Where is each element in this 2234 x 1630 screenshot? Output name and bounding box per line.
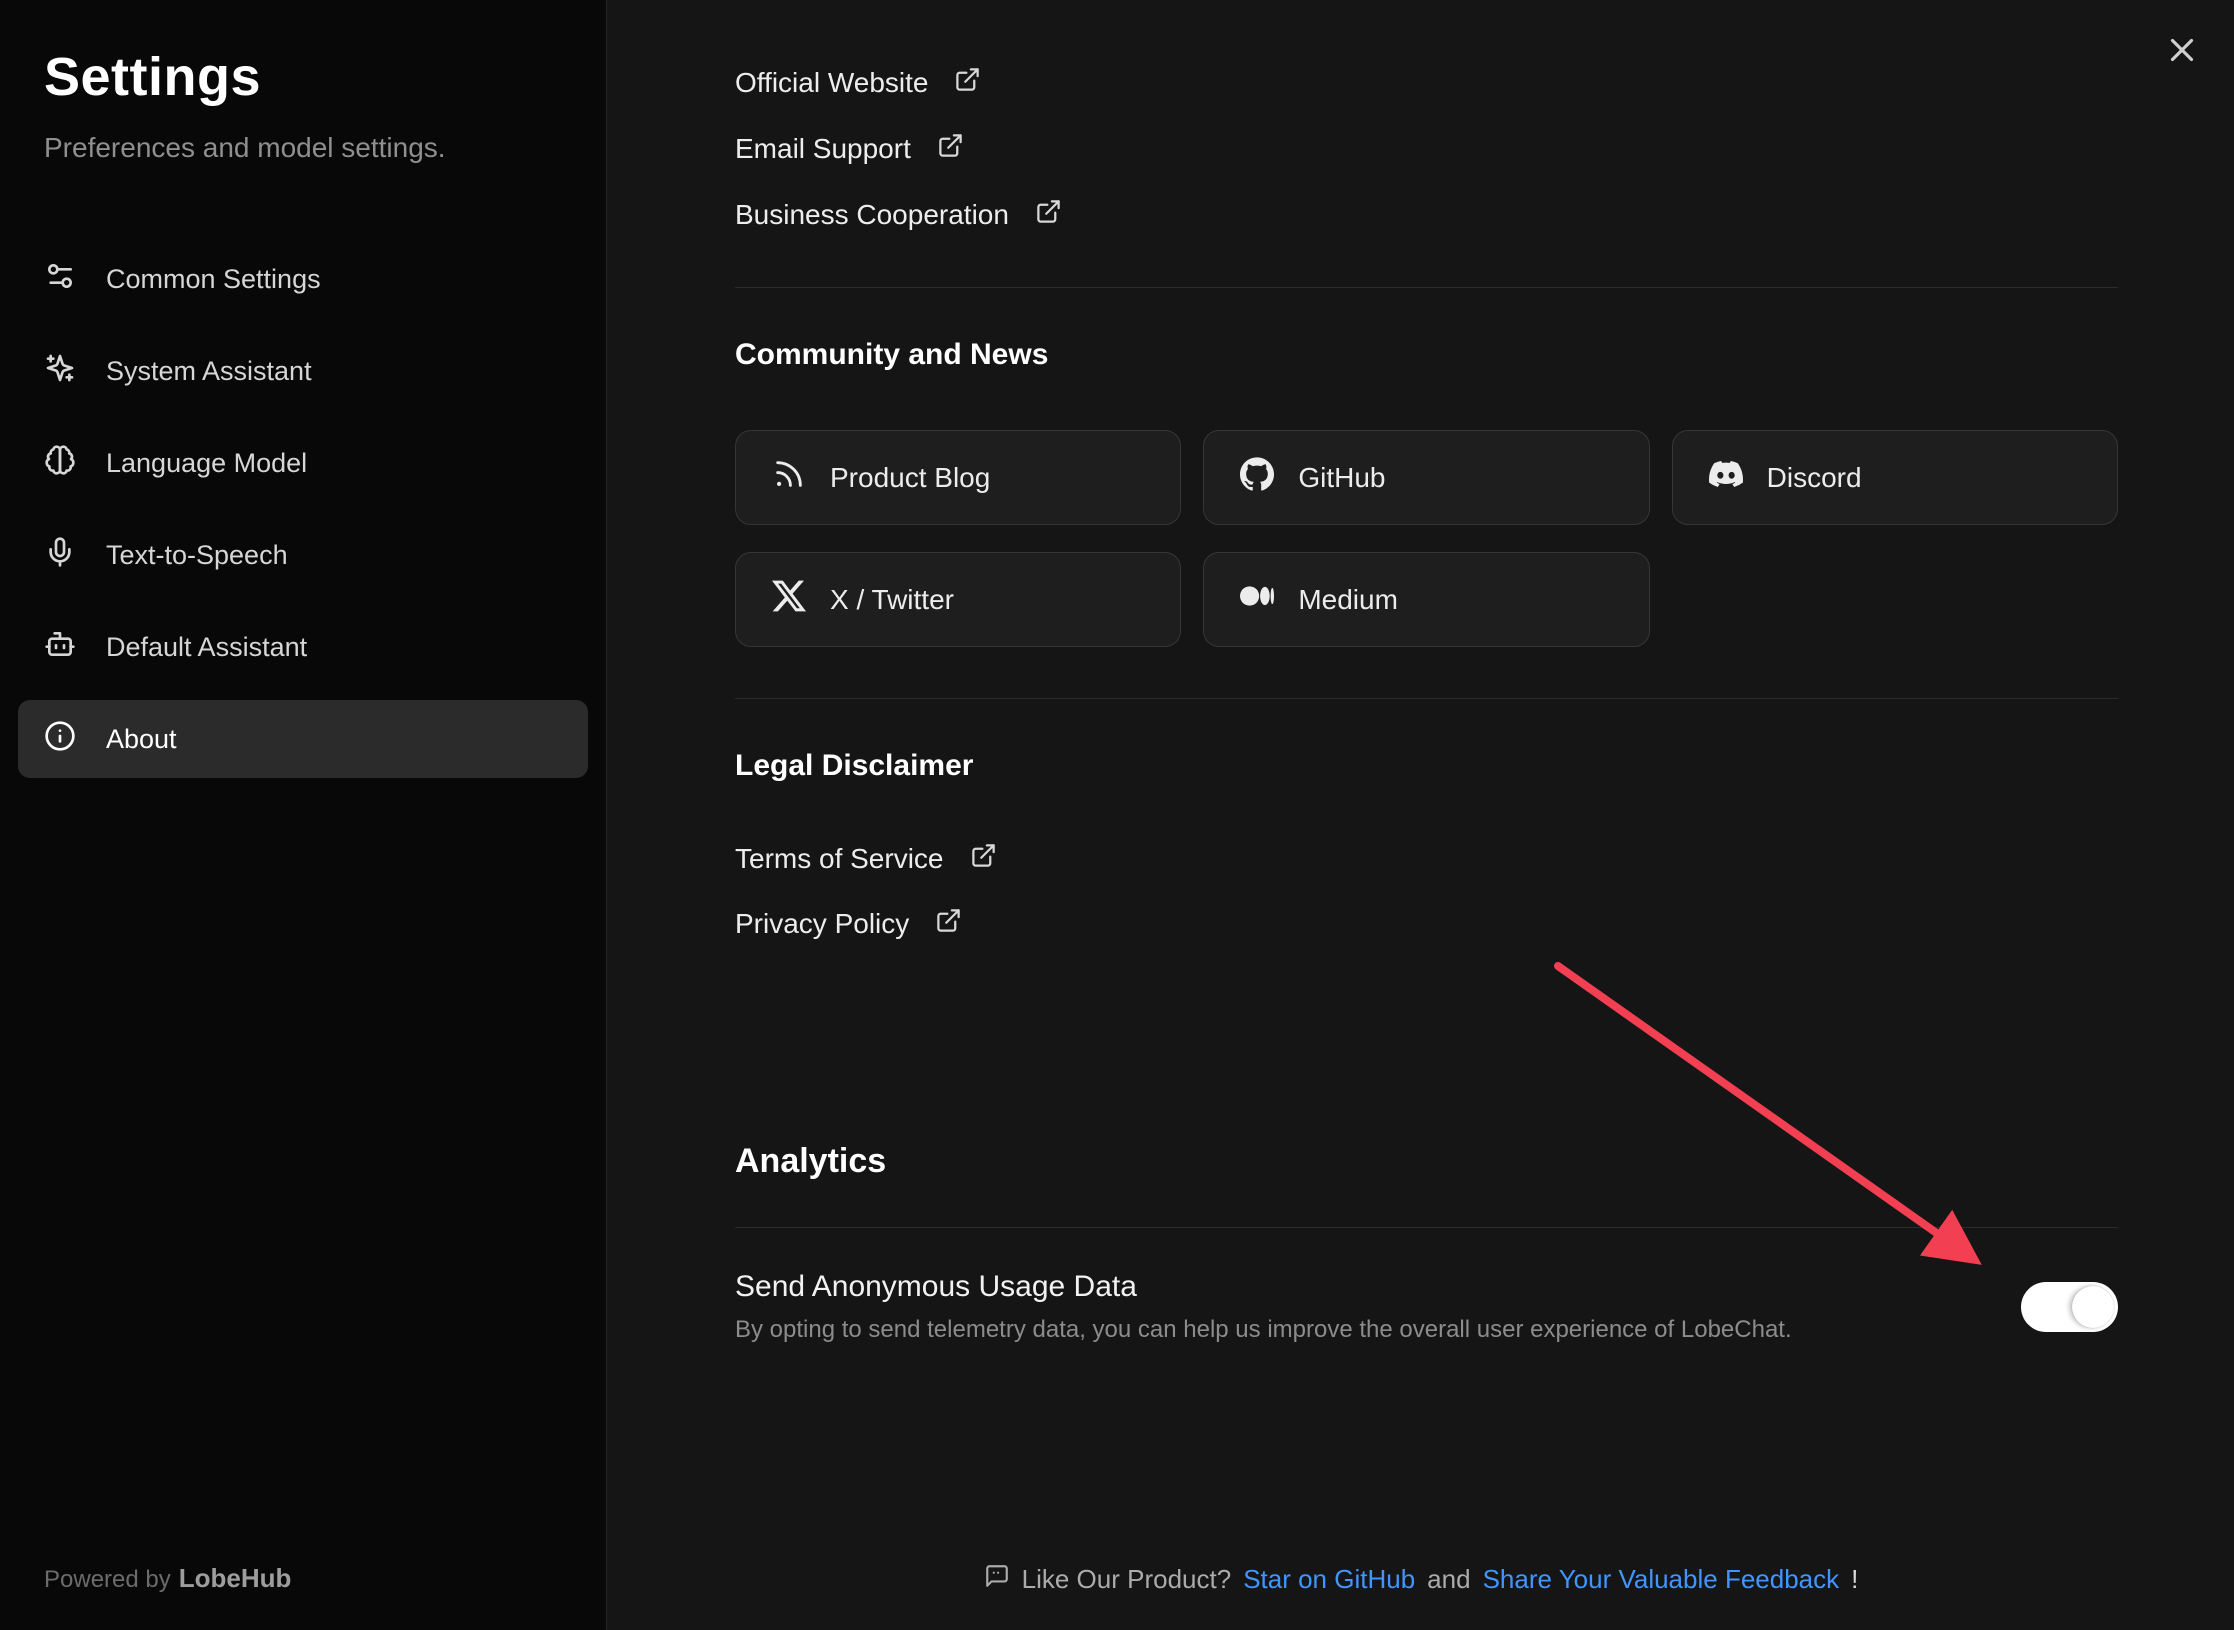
usage-data-toggle[interactable] bbox=[2021, 1282, 2118, 1332]
button-label: X / Twitter bbox=[830, 584, 954, 616]
external-link-icon bbox=[1035, 198, 1062, 232]
brain-icon bbox=[44, 444, 76, 483]
rss-icon bbox=[772, 457, 806, 498]
button-label: GitHub bbox=[1298, 462, 1385, 494]
sidebar-item-label: Language Model bbox=[106, 448, 307, 479]
sidebar-item-label: Common Settings bbox=[106, 264, 321, 295]
link-label: Privacy Policy bbox=[735, 908, 909, 940]
x-twitter-button[interactable]: X / Twitter bbox=[735, 552, 1181, 647]
section-divider bbox=[735, 1227, 2118, 1228]
button-label: Product Blog bbox=[830, 462, 990, 494]
analytics-heading: Analytics bbox=[735, 1138, 2118, 1184]
lobehub-brand[interactable]: LobeHub bbox=[179, 1563, 292, 1593]
link-label: Business Cooperation bbox=[735, 199, 1009, 231]
sidebar-item-common-settings[interactable]: Common Settings bbox=[18, 240, 588, 318]
product-blog-button[interactable]: Product Blog bbox=[735, 430, 1181, 525]
legal-links: Terms of Service Privacy Policy bbox=[735, 837, 2118, 946]
info-icon bbox=[44, 720, 76, 759]
settings-sidebar: Settings Preferences and model settings.… bbox=[0, 0, 607, 1630]
sparkles-icon bbox=[44, 352, 76, 391]
usage-data-description: By opting to send telemetry data, you ca… bbox=[735, 1313, 1792, 1347]
star-on-github-link[interactable]: Star on GitHub bbox=[1243, 1564, 1415, 1595]
powered-by-label: Powered by bbox=[44, 1566, 171, 1593]
section-divider bbox=[735, 287, 2118, 288]
medium-button[interactable]: Medium bbox=[1203, 552, 1649, 647]
terms-of-service-link[interactable]: Terms of Service bbox=[735, 837, 997, 881]
page-subtitle: Preferences and model settings. bbox=[44, 132, 562, 164]
link-label: Official Website bbox=[735, 67, 928, 99]
button-label: Discord bbox=[1767, 462, 1862, 494]
link-label: Terms of Service bbox=[735, 843, 944, 875]
powered-by: Powered by LobeHub bbox=[44, 1563, 291, 1594]
usage-data-label: Send Anonymous Usage Data bbox=[735, 1266, 1792, 1308]
footer-conjunction: and bbox=[1427, 1564, 1470, 1595]
close-icon[interactable] bbox=[2156, 24, 2208, 76]
official-website-link[interactable]: Official Website bbox=[735, 61, 981, 105]
contact-us-heading: Contact Us bbox=[735, 0, 2118, 6]
footer-suffix: ! bbox=[1851, 1564, 1858, 1595]
sidebar-item-label: Text-to-Speech bbox=[106, 540, 288, 571]
sidebar-item-text-to-speech[interactable]: Text-to-Speech bbox=[18, 516, 588, 594]
github-icon bbox=[1240, 457, 1274, 498]
settings-nav: Common Settings System Assistant Languag… bbox=[18, 240, 588, 778]
usage-data-texts: Send Anonymous Usage Data By opting to s… bbox=[735, 1266, 1792, 1347]
toggle-knob bbox=[2072, 1286, 2114, 1328]
sidebar-item-default-assistant[interactable]: Default Assistant bbox=[18, 608, 588, 686]
footer-prefix: Like Our Product? bbox=[1022, 1564, 1232, 1595]
sidebar-item-about[interactable]: About bbox=[18, 700, 588, 778]
usage-data-setting: Send Anonymous Usage Data By opting to s… bbox=[735, 1266, 2118, 1347]
business-cooperation-link[interactable]: Business Cooperation bbox=[735, 193, 1062, 237]
external-link-icon bbox=[935, 907, 962, 941]
sidebar-item-label: Default Assistant bbox=[106, 632, 307, 663]
page-title: Settings bbox=[44, 46, 562, 108]
contact-links: Official Website Email Support Business … bbox=[735, 61, 2118, 237]
github-button[interactable]: GitHub bbox=[1203, 430, 1649, 525]
sliders-icon bbox=[44, 260, 76, 299]
discord-icon bbox=[1709, 457, 1743, 498]
community-buttons: Product Blog GitHub Discord X / Twitter … bbox=[735, 430, 2118, 647]
external-link-icon bbox=[954, 66, 981, 100]
email-support-link[interactable]: Email Support bbox=[735, 127, 964, 171]
about-panel: Contact Us Official Website Email Suppor… bbox=[608, 0, 2234, 1630]
external-link-icon bbox=[970, 842, 997, 876]
mic-icon bbox=[44, 536, 76, 575]
privacy-policy-link[interactable]: Privacy Policy bbox=[735, 902, 962, 946]
sidebar-item-label: About bbox=[106, 724, 177, 755]
feedback-icon bbox=[984, 1563, 1010, 1596]
bot-icon bbox=[44, 628, 76, 667]
button-label: Medium bbox=[1298, 584, 1398, 616]
community-heading: Community and News bbox=[735, 336, 2118, 374]
external-link-icon bbox=[937, 132, 964, 166]
medium-icon bbox=[1240, 579, 1274, 620]
section-divider bbox=[735, 698, 2118, 699]
x-icon bbox=[772, 579, 806, 620]
sidebar-item-system-assistant[interactable]: System Assistant bbox=[18, 332, 588, 410]
sidebar-item-label: System Assistant bbox=[106, 356, 312, 387]
share-feedback-link[interactable]: Share Your Valuable Feedback bbox=[1483, 1564, 1840, 1595]
product-footer: Like Our Product? Star on GitHub and Sha… bbox=[608, 1563, 2234, 1596]
discord-button[interactable]: Discord bbox=[1672, 430, 2118, 525]
link-label: Email Support bbox=[735, 133, 911, 165]
legal-heading: Legal Disclaimer bbox=[735, 747, 2118, 785]
sidebar-item-language-model[interactable]: Language Model bbox=[18, 424, 588, 502]
